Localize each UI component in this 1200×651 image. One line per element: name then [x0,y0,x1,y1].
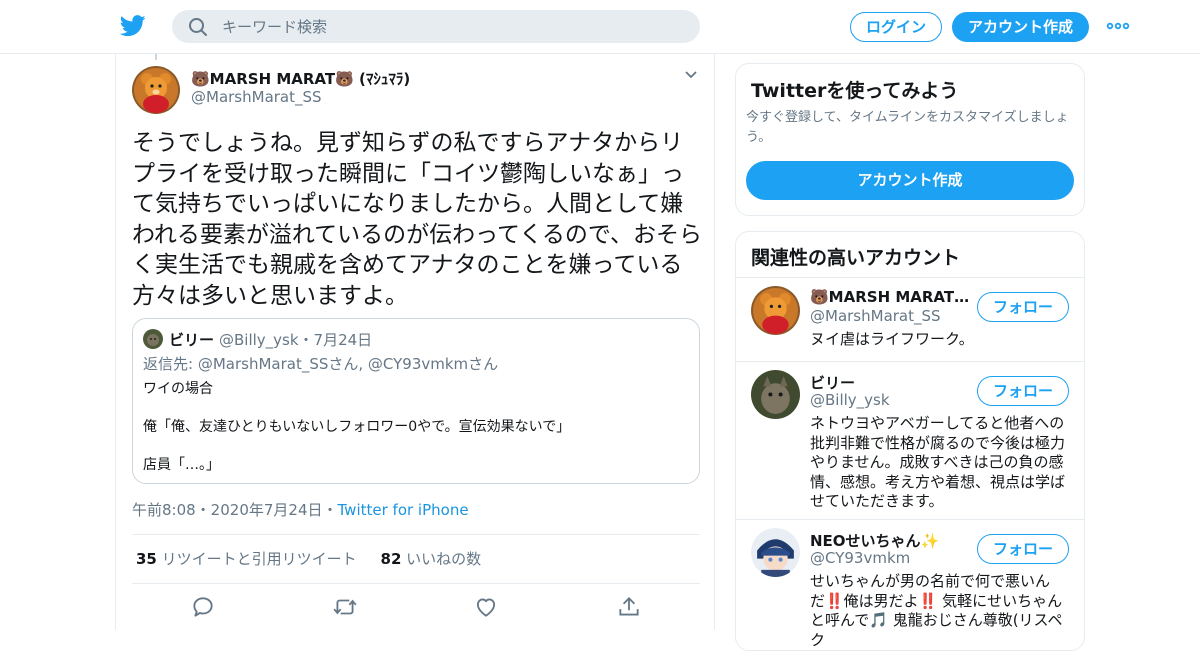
quoted-text-line: 俺「俺、友達ひとりもいないしフォロワー0やで。宣伝効果ないで」 [143,419,571,435]
reply-to-prefix: 返信先: [143,355,198,373]
signup-card: Twitterを使ってみよう 今すぐ登録して、タイムラインをカスタマイズしましょ… [735,63,1085,216]
top-bar: ログイン アカウント作成 [0,0,1200,54]
quoted-author-name: ビリー [169,331,215,349]
like-label: いいねの数 [406,550,482,568]
more-options-icon[interactable] [1106,18,1130,34]
retweet-label: リツイートと引用リツイート [161,550,357,568]
quoted-author-handle: @Billy_ysk・7月24日 [219,331,373,349]
account-item[interactable]: ビリー @Billy_ysk ネトウヨやアベガーしてると他者への批判非難で性格が… [736,361,1084,519]
tweet-meta: 午前8:08・2020年7月24日・Twitter for iPhone [132,499,469,520]
search-box[interactable] [172,10,700,43]
teddy-bear-avatar-icon [751,286,800,335]
follow-button[interactable]: フォロー [977,376,1069,406]
related-accounts-title: 関連性の高いアカウント [751,247,961,269]
signup-card-title: Twitterを使ってみよう [751,80,959,102]
share-icon[interactable] [616,594,642,620]
quoted-text-line: ワイの場合 [143,381,213,397]
tweet-text: そうでしょうね。見ず知らずの私ですらアナタからリプライを受け取った瞬間に「コイツ… [132,130,702,309]
quoted-text-line: 店員「…。」 [143,457,220,473]
account-bio: せいちゃんが男の名前で何で悪いんだ‼️俺は男だよ‼️ 気軽にせいちゃんと呼んで🎵… [810,572,1063,649]
avatar[interactable] [751,370,800,419]
account-handle[interactable]: @CY93vmkm [810,549,910,567]
retweet-count: 35 [136,550,157,568]
cat-avatar-icon [751,370,800,419]
author-handle[interactable]: @MarshMarat_SS [191,88,322,106]
account-name[interactable]: NEOせいちゃん✨ [810,530,939,551]
quoted-tweet[interactable]: ビリー @Billy_ysk・7月24日 返信先: @MarshMarat_SS… [132,318,700,484]
author-name[interactable]: 🐻MARSH MARAT🐻 (ﾏｼｭﾏﾗ) [191,68,410,89]
chevron-down-icon[interactable] [684,70,698,80]
account-item[interactable]: 🐻MARSH MARAT… @MarshMarat_SS ヌイ虐はライフワーク。… [736,277,1084,361]
tweet-source-link[interactable]: Twitter for iPhone [338,501,469,519]
follow-button[interactable]: フォロー [977,292,1069,322]
account-bio: ヌイ虐はライフワーク。 [810,330,974,348]
login-button[interactable]: ログイン [850,12,942,42]
like-count: 82 [380,550,402,568]
reply-to-users: @MarshMarat_SSさん, @CY93vmkmさん [197,355,499,373]
search-input[interactable] [222,10,682,43]
anime-avatar-icon [751,528,800,577]
avatar[interactable] [132,66,180,114]
like-heart-icon[interactable] [473,594,499,620]
divider [132,583,700,584]
signup-card-subtitle: 今すぐ登録して、タイムラインをカスタマイズしましょう。 [746,110,1069,145]
tweet-column: 🐻MARSH MARAT🐻 (ﾏｼｭﾏﾗ) @MarshMarat_SS そうで… [115,54,715,630]
divider [132,534,700,535]
create-account-button[interactable]: アカウント作成 [746,161,1074,200]
avatar[interactable] [751,528,800,577]
cat-avatar-icon [143,329,163,349]
account-bio: ネトウヨやアベガーしてると他者への批判非難で性格が腐るので今後は極力やりません。… [810,414,1066,510]
avatar[interactable] [751,286,800,335]
like-stat[interactable]: 82 いいねの数 [381,550,482,568]
tweet-actions [116,594,716,624]
account-handle[interactable]: @Billy_ysk [810,391,890,409]
retweet-icon[interactable] [332,594,358,620]
account-handle[interactable]: @MarshMarat_SS [810,307,941,325]
teddy-bear-avatar-icon [132,66,180,114]
account-name[interactable]: ビリー [810,372,855,393]
account-name[interactable]: 🐻MARSH MARAT… [810,288,969,306]
reply-icon[interactable] [190,594,216,620]
reply-to-line: 返信先: @MarshMarat_SSさん, @CY93vmkmさん [143,353,498,374]
related-accounts-card: 関連性の高いアカウント 🐻MARSH MARAT… @MarshMarat_SS… [735,231,1085,651]
twitter-bird-icon[interactable] [120,14,146,38]
tweet-timestamp[interactable]: 午前8:08・2020年7月24日・ [132,501,338,519]
follow-button[interactable]: フォロー [977,534,1069,564]
tweet-stats: 35 リツイートと引用リツイート 82 いいねの数 [136,548,481,569]
account-item[interactable]: NEOせいちゃん✨ @CY93vmkm せいちゃんが男の名前で何で悪いんだ‼️俺… [736,519,1084,649]
avatar [143,329,163,349]
signup-button[interactable]: アカウント作成 [952,12,1089,42]
thread-line [155,54,157,60]
search-icon [189,18,207,36]
retweet-stat[interactable]: 35 リツイートと引用リツイート [136,550,357,568]
